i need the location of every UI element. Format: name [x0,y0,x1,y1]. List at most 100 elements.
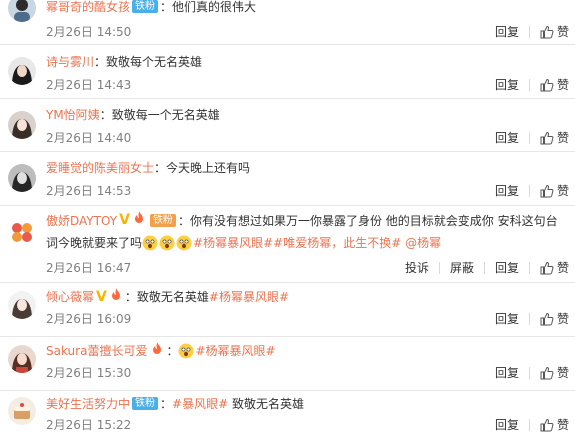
thumbs-up-icon [540,366,554,380]
thumbs-up-icon [540,131,554,145]
reply-button[interactable]: 回复 [495,24,519,40]
username-link[interactable]: Sakura蕾擅长可爱 [46,344,147,358]
like-button[interactable]: 赞 [540,77,569,93]
avatar[interactable] [8,218,36,246]
like-label: 赞 [556,131,569,145]
reply-button[interactable]: 回复 [495,130,519,146]
reply-button[interactable]: 回复 [495,417,519,433]
like-button[interactable]: 赞 [540,311,569,327]
comment-text: 今天晚上还有吗 [166,161,251,175]
like-label: 赞 [556,261,569,275]
reply-button[interactable]: 回复 [495,183,519,199]
topic-link[interactable]: #杨幂暴风眼# [195,344,275,358]
fan-fire-icon [132,210,146,231]
comment-item: 诗与雾川：致敬每个无名英雄 2月26日 14:43 回复 赞 [0,45,575,98]
topic-link[interactable]: #唯爱杨幂，此生不换# [273,236,401,250]
comment-text: 致敬每个无名英雄 [106,55,203,69]
like-button[interactable]: 赞 [540,24,569,40]
comment-item: 傲娇DAYTOY V 铁粉 ：你有没有想过如果万一你暴露了身份 他的目标就会变成你 安… [0,206,575,282]
comment-time: 2月26日 15:30 [46,366,132,380]
avatar-girl-red-icon [8,345,36,373]
verified-v-icon: V [119,212,130,228]
avatar-logo-icon [8,218,36,246]
emoji-group [142,235,193,250]
comment-text: 致敬每一个无名英雄 [111,108,220,122]
like-label: 赞 [556,184,569,198]
avatar-girl-light-icon [8,111,36,139]
verified-v-icon: V [96,288,107,305]
thumbs-up-icon [540,25,554,39]
thumbs-up-icon [540,312,554,326]
like-label: 赞 [556,25,569,39]
fan-fire-icon [150,341,164,359]
topic-link[interactable]: #杨幂暴风眼# [193,236,273,250]
avatar-girl-dark-icon [8,57,36,85]
like-label: 赞 [556,366,569,380]
avatar[interactable] [8,397,36,425]
topic-link[interactable]: #暴风眼# [172,397,228,411]
report-button[interactable]: 投诉 [405,260,429,276]
like-button[interactable]: 赞 [540,260,569,276]
username-link[interactable]: YM怡阿姨 [46,108,100,122]
comment-item: YM怡阿姨：致敬每一个无名英雄 2月26日 14:40 回复 赞 [0,99,575,151]
comment-time: 2月26日 14:53 [46,184,132,198]
username-link[interactable]: 诗与雾川 [46,55,94,69]
avatar[interactable] [8,345,36,373]
thumbs-up-icon [540,261,554,275]
username-link[interactable]: 幂哥奇的酷女孩 [46,0,130,14]
comment-time: 2月26日 14:50 [46,25,132,39]
comment-text: 他们真的很伟大 [172,0,257,14]
fear-emoji [178,343,194,358]
avatar[interactable] [8,57,36,85]
thumbs-up-icon [540,184,554,198]
reply-button[interactable]: 回复 [495,77,519,93]
avatar-girl-bw-icon [8,164,36,192]
like-button[interactable]: 赞 [540,130,569,146]
comment-item: 爱睡觉的陈美丽女士：今天晚上还有吗 2月26日 14:53 回复 赞 [0,152,575,205]
comment-time: 2月26日 15:22 [46,418,132,432]
like-button[interactable]: 赞 [540,365,569,381]
comment-item: 幂哥奇的酷女孩 铁粉 ：他们真的很伟大 2月26日 14:50 回复 赞 [0,0,575,44]
comment-text: 致敬无名英雄 [231,397,304,411]
avatar[interactable] [8,164,36,192]
comment-item: 倾心薇幂 V ：致敬无名英雄#杨幂暴风眼# 2月26日 16:09 回复 赞 [0,283,575,336]
thumbs-up-icon [540,418,554,432]
fear-emoji [142,235,158,250]
reply-button[interactable]: 回复 [495,260,519,276]
like-label: 赞 [556,78,569,92]
comment-time: 2月26日 16:47 [46,261,132,275]
like-button[interactable]: 赞 [540,417,569,433]
reply-button[interactable]: 回复 [495,365,519,381]
like-button[interactable]: 赞 [540,183,569,199]
fan-badge: 铁粉 [149,214,176,227]
mention-link[interactable]: @杨幂 [405,236,441,250]
avatar[interactable] [8,111,36,139]
comment-list: 幂哥奇的酷女孩 铁粉 ：他们真的很伟大 2月26日 14:50 回复 赞 诗与雾川：… [0,0,575,445]
avatar[interactable] [8,291,36,319]
comment-time: 2月26日 14:40 [46,131,132,145]
comment-item: Sakura蕾擅长可爱： #杨幂暴风眼# 2月26日 15:30 回复 赞 [0,337,575,390]
topic-link[interactable]: #杨幂暴风眼# [209,290,289,304]
fan-fire-icon [109,287,123,305]
fan-badge: 铁粉 [132,0,159,13]
fan-badge: 铁粉 [132,397,159,410]
comment-text: 致敬无名英雄 [136,290,209,304]
username-link[interactable]: 美好生活努力中 [46,397,130,411]
like-label: 赞 [556,418,569,432]
username-link[interactable]: 爱睡觉的陈美丽女士 [46,161,154,175]
avatar[interactable] [8,0,36,22]
avatar-girl-white-icon [8,291,36,319]
like-label: 赞 [556,312,569,326]
avatar-cake-icon [8,397,36,425]
comment-time: 2月26日 16:09 [46,312,132,326]
block-button[interactable]: 屏蔽 [450,260,474,276]
thumbs-up-icon [540,78,554,92]
avatar-boy-icon [8,0,36,22]
fear-emoji [159,235,175,250]
fear-emoji [176,235,192,250]
comment-time: 2月26日 14:43 [46,78,132,92]
comment-item: 美好生活努力中 铁粉 ：#暴风眼# 致敬无名英雄 2月26日 15:22 回复 赞 [0,391,575,445]
reply-button[interactable]: 回复 [495,311,519,327]
username-link[interactable]: 傲娇DAYTOY [46,214,117,228]
username-link[interactable]: 倾心薇幂 [46,290,94,304]
